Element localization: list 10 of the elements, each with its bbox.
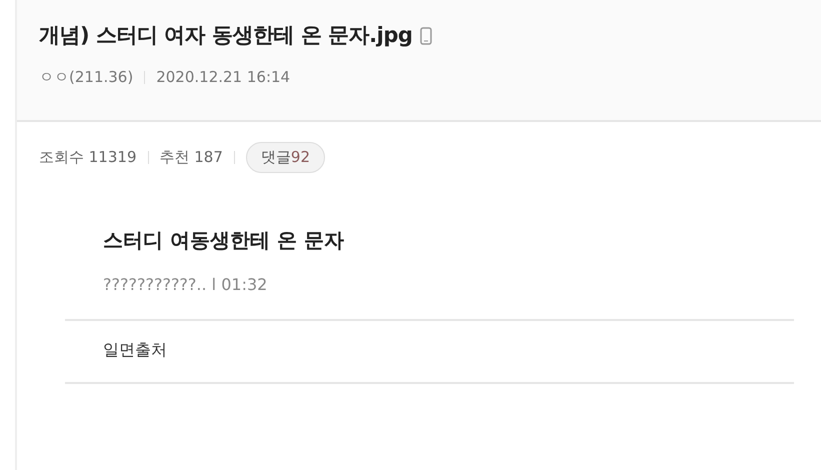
comments-button[interactable]: 댓글92 — [246, 142, 325, 172]
phone-icon — [420, 26, 432, 45]
post-date: 2020.12.21 16:14 — [156, 68, 290, 86]
recommend-count: 추천 187 — [160, 147, 223, 168]
content-heading: 스터디 여동생한테 온 문자 — [102, 226, 345, 254]
author-name[interactable]: ㅇㅇ(211.36) — [39, 68, 134, 86]
content-subline: ???????????.. l 01:32 — [102, 274, 268, 296]
source-text: 일면출처 — [103, 340, 167, 358]
post-title: 개념) 스터디 여자 동생한테 온 문자.jpg — [39, 22, 412, 49]
view-count: 조회수 11319 — [39, 147, 136, 168]
